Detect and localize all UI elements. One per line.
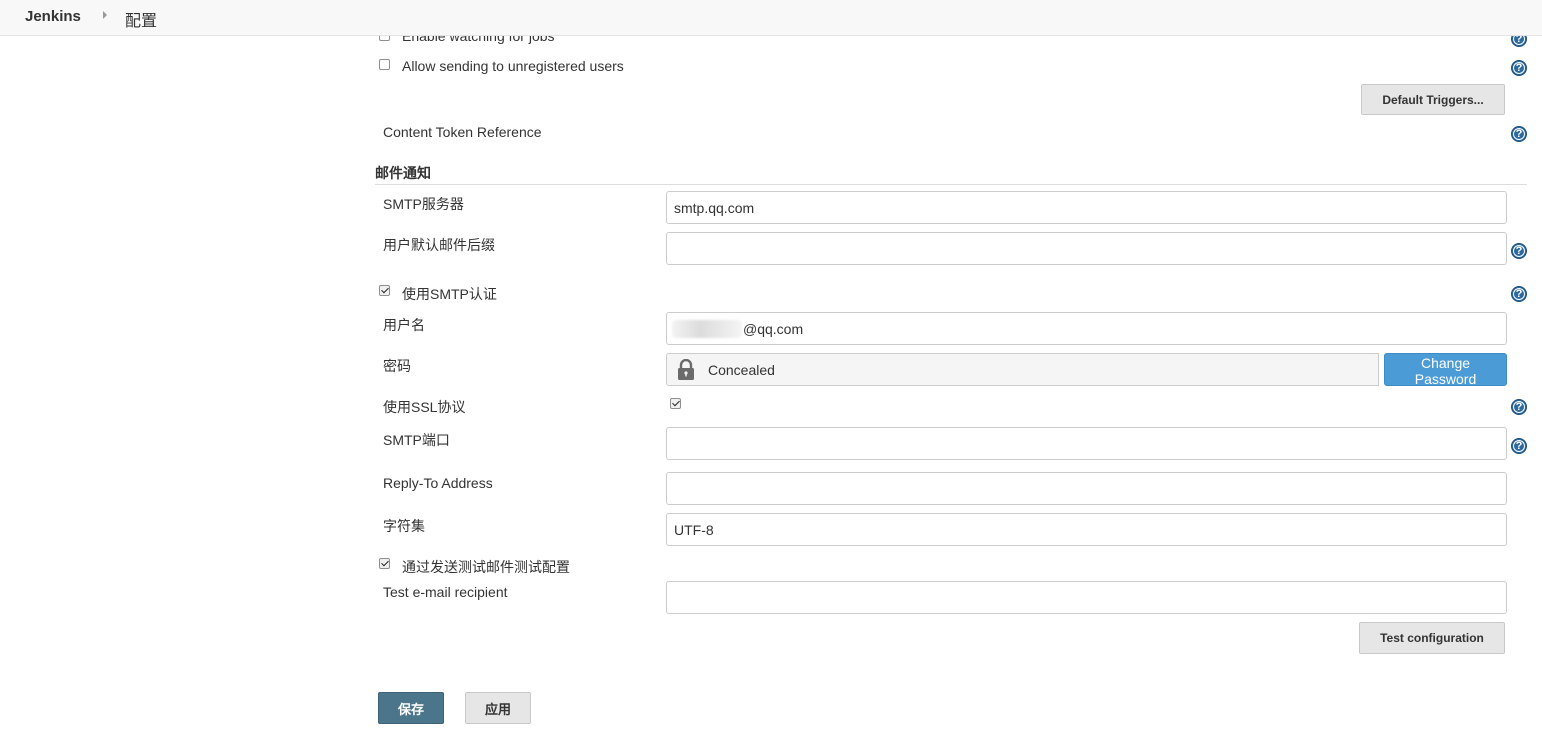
use-ssl-label: 使用SSL协议	[383, 399, 466, 415]
allow-unregistered-checkbox[interactable]	[379, 59, 390, 70]
username-input[interactable]: @qq.com	[666, 312, 1507, 345]
reply-to-input[interactable]	[666, 472, 1507, 505]
smtp-port-label: SMTP端口	[383, 432, 450, 448]
charset-label: 字符集	[383, 518, 425, 534]
help-icon[interactable]: ?	[1511, 286, 1527, 302]
test-recipient-input[interactable]	[666, 581, 1507, 614]
help-icon[interactable]: ?	[1511, 60, 1527, 76]
use-smtp-auth-checkbox[interactable]	[379, 285, 390, 296]
password-label: 密码	[383, 358, 411, 374]
breadcrumb-separator-icon	[103, 11, 107, 19]
help-icon[interactable]: ?	[1511, 243, 1527, 259]
default-triggers-button[interactable]: Default Triggers...	[1361, 84, 1505, 115]
test-recipient-label: Test e-mail recipient	[383, 584, 508, 600]
charset-input[interactable]	[666, 513, 1507, 546]
test-config-checkbox[interactable]	[379, 558, 390, 569]
mail-notification-section-title: 邮件通知	[375, 165, 431, 181]
username-label: 用户名	[383, 317, 425, 333]
apply-button[interactable]: 应用	[465, 692, 531, 724]
use-smtp-auth-label: 使用SMTP认证	[402, 286, 497, 302]
test-configuration-button[interactable]: Test configuration	[1359, 622, 1505, 654]
help-icon[interactable]: ?	[1511, 438, 1527, 454]
password-concealed-field: Concealed	[666, 353, 1379, 386]
top-bar: Jenkins 配置	[0, 0, 1542, 36]
default-suffix-input[interactable]	[666, 232, 1507, 265]
save-button[interactable]: 保存	[378, 692, 444, 724]
lock-icon	[678, 359, 694, 380]
partially-scrolled-row: Enable watching for jobs ?	[0, 36, 1542, 50]
breadcrumb-current-page[interactable]: 配置	[125, 7, 157, 31]
reply-to-label: Reply-To Address	[383, 475, 493, 491]
help-icon[interactable]: ?	[1511, 36, 1527, 47]
breadcrumb-jenkins-link[interactable]: Jenkins	[25, 8, 81, 25]
change-password-button[interactable]: Change Password	[1384, 353, 1507, 387]
allow-unregistered-label: Allow sending to unregistered users	[402, 58, 624, 74]
enable-watching-checkbox[interactable]	[379, 36, 390, 41]
help-icon[interactable]: ?	[1511, 399, 1527, 415]
smtp-server-label: SMTP服务器	[383, 196, 464, 212]
enable-watching-label: Enable watching for jobs	[402, 36, 555, 44]
test-config-label: 通过发送测试邮件测试配置	[402, 559, 570, 575]
redacted-blur	[672, 320, 742, 338]
smtp-server-input[interactable]	[666, 191, 1507, 224]
username-value: @qq.com	[743, 321, 804, 337]
smtp-port-input[interactable]	[666, 427, 1507, 460]
section-divider	[375, 184, 1527, 185]
default-suffix-label: 用户默认邮件后缀	[383, 237, 495, 253]
password-state-text: Concealed	[708, 362, 775, 378]
content-token-reference-label: Content Token Reference	[383, 124, 542, 140]
help-icon[interactable]: ?	[1511, 126, 1527, 142]
use-ssl-checkbox[interactable]	[670, 398, 681, 409]
